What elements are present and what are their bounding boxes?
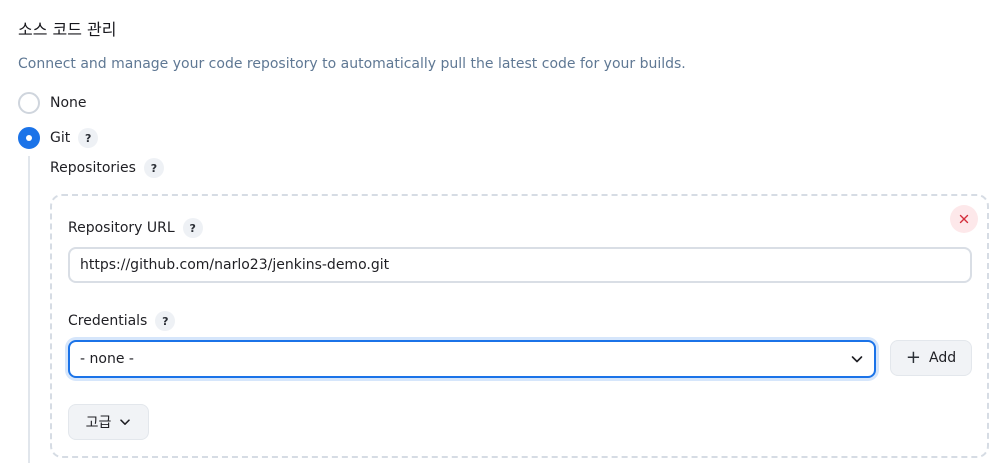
delete-repository-button[interactable] bbox=[950, 205, 978, 233]
credentials-selected-value: - none - bbox=[80, 351, 134, 367]
plus-icon: + bbox=[905, 347, 921, 368]
advanced-label: 고급 bbox=[85, 415, 112, 431]
repositories-label: Repositories bbox=[50, 160, 136, 176]
add-credentials-button[interactable]: + Add bbox=[890, 340, 972, 376]
repositories-help-icon[interactable]: ? bbox=[143, 158, 164, 178]
section-description: Connect and manage your code repository … bbox=[18, 56, 686, 72]
scm-option-none-label: None bbox=[50, 95, 87, 111]
repository-url-heading: Repository URL ? bbox=[68, 217, 203, 239]
radio-none[interactable] bbox=[18, 92, 40, 114]
git-help-icon[interactable]: ? bbox=[78, 128, 99, 148]
advanced-button[interactable]: 고급 bbox=[68, 404, 149, 440]
repositories-heading: Repositories ? bbox=[50, 157, 164, 179]
repository-url-input[interactable] bbox=[68, 247, 972, 283]
repository-url-label: Repository URL bbox=[68, 220, 175, 236]
add-credentials-label: Add bbox=[928, 350, 957, 366]
repository-url-help-icon[interactable]: ? bbox=[182, 218, 203, 238]
credentials-label: Credentials bbox=[68, 313, 148, 329]
chevron-down-icon bbox=[851, 356, 863, 363]
scm-option-git-label: Git bbox=[50, 130, 71, 146]
scm-section: 소스 코드 관리 Connect and manage your code re… bbox=[0, 0, 1003, 463]
credentials-help-icon[interactable]: ? bbox=[155, 311, 176, 331]
credentials-heading: Credentials ? bbox=[68, 310, 176, 332]
chevron-down-icon bbox=[120, 419, 131, 425]
nested-section-line bbox=[28, 156, 30, 463]
scm-option-none[interactable]: None bbox=[18, 91, 87, 115]
scm-option-git[interactable]: Git ? bbox=[18, 126, 99, 150]
radio-git[interactable] bbox=[18, 127, 40, 149]
section-title: 소스 코드 관리 bbox=[18, 20, 117, 39]
close-icon bbox=[959, 214, 969, 224]
credentials-select[interactable]: - none - bbox=[68, 340, 876, 378]
